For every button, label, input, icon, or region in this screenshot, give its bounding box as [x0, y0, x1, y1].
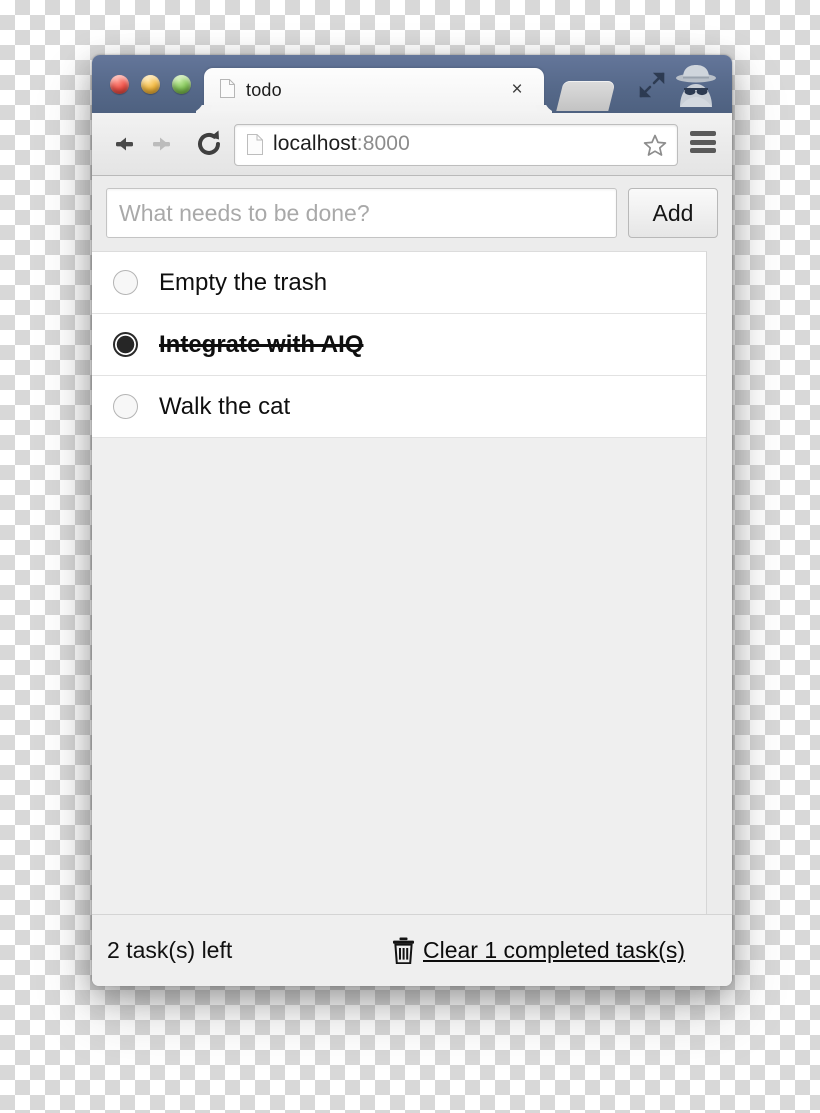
browser-toolbar: localhost:8000: [92, 113, 732, 176]
todo-toggle-radio[interactable]: [113, 394, 138, 419]
reload-icon[interactable]: [192, 127, 226, 161]
todo-list-item[interactable]: Walk the cat: [92, 376, 706, 438]
incognito-spy-icon: [676, 65, 716, 107]
zoom-window-button[interactable]: [172, 75, 191, 94]
trash-icon[interactable]: [392, 937, 415, 964]
page-content: Add Empty the trash Integrate with AIQ W…: [92, 176, 732, 986]
url-host: localhost: [273, 132, 357, 155]
todo-list: Empty the trash Integrate with AIQ Walk …: [92, 251, 707, 980]
document-icon: [247, 134, 263, 155]
address-bar[interactable]: localhost:8000: [234, 124, 678, 166]
close-window-button[interactable]: [110, 75, 129, 94]
browser-titlebar: todo ×: [92, 55, 732, 113]
new-tab-button[interactable]: [556, 81, 616, 111]
add-todo-row: Add: [106, 188, 718, 238]
todo-label: Walk the cat: [159, 392, 291, 420]
back-arrow-icon[interactable]: [104, 127, 138, 161]
new-todo-input[interactable]: [106, 188, 617, 238]
tasks-left-count: 2 task(s) left: [107, 937, 233, 963]
hamburger-menu-icon[interactable]: [690, 131, 716, 153]
url-port: :8000: [356, 132, 410, 155]
todo-toggle-radio[interactable]: [113, 270, 138, 295]
close-tab-button[interactable]: ×: [508, 80, 526, 99]
forward-arrow-icon: [153, 137, 170, 151]
clear-completed-group[interactable]: Clear 1 completed task(s): [392, 937, 685, 964]
window-controls: [110, 75, 191, 94]
tab-title: todo: [246, 80, 282, 100]
todo-label: Empty the trash: [159, 268, 328, 296]
todo-list-item[interactable]: Integrate with AIQ: [92, 314, 706, 376]
minimize-window-button[interactable]: [141, 75, 160, 94]
browser-tab[interactable]: todo ×: [204, 68, 544, 113]
address-bar-text: localhost:8000: [273, 132, 410, 156]
document-icon: [220, 79, 235, 98]
clear-completed-link[interactable]: Clear 1 completed task(s): [423, 937, 685, 964]
todo-toggle-radio[interactable]: [113, 332, 138, 357]
browser-window: todo × localhost:8000 What needs to be d…: [92, 55, 732, 986]
star-icon[interactable]: [643, 133, 667, 157]
todo-list-item[interactable]: Empty the trash: [92, 252, 706, 314]
add-todo-button[interactable]: Add: [628, 188, 718, 238]
fullscreen-expand-icon[interactable]: [638, 71, 666, 99]
todo-label: Integrate with AIQ: [159, 330, 364, 358]
todo-footer: 2 task(s) left Clear 1 completed task(s): [92, 914, 732, 986]
